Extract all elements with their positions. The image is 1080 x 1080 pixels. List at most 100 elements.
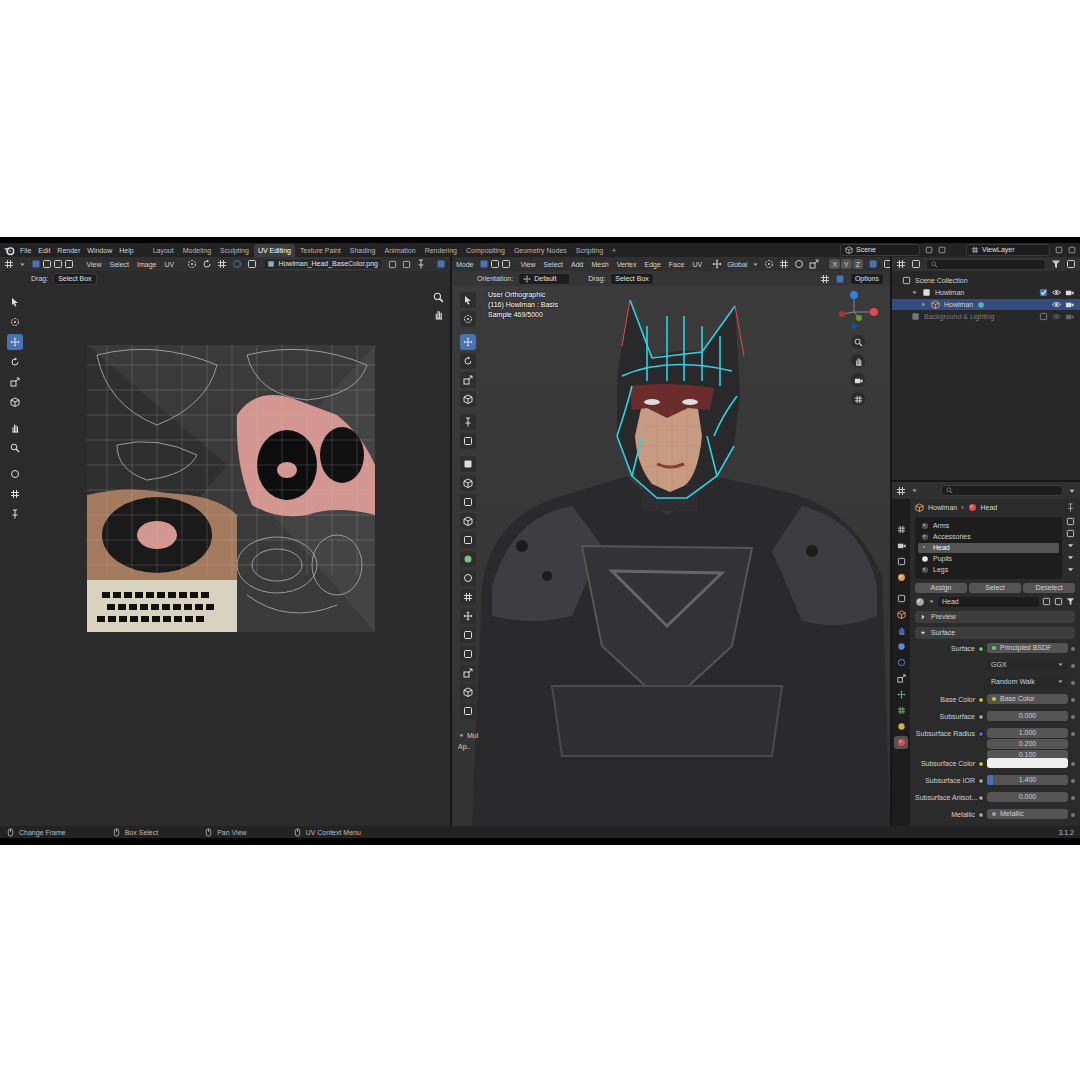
outliner-label[interactable]: Howlman <box>935 289 964 296</box>
socket-dot[interactable] <box>978 646 984 652</box>
outliner-row[interactable]: Howlman <box>892 287 1080 298</box>
workspace-tab[interactable]: Scripting <box>572 244 607 257</box>
drag-select[interactable]: Select Box <box>610 273 653 285</box>
checkbox-icon[interactable] <box>1039 312 1048 321</box>
field-value[interactable]: 1.000 <box>1019 729 1037 736</box>
tool-button[interactable] <box>460 372 476 388</box>
field-value[interactable]: 0.100 <box>1019 751 1037 758</box>
linked-node-field[interactable]: Principled BSDF <box>987 643 1068 653</box>
properties-tab[interactable] <box>894 539 908 552</box>
slot-button[interactable]: Select <box>969 583 1021 593</box>
properties-tab[interactable] <box>894 608 908 621</box>
menu-item[interactable]: Help <box>119 247 133 254</box>
field-value[interactable]: 1.400 <box>1019 776 1037 783</box>
workspace-label[interactable]: Modeling <box>183 247 211 254</box>
workspace-tab[interactable]: Animation <box>381 244 420 257</box>
menu-item[interactable]: Image <box>137 261 156 268</box>
number-field[interactable]: 0.000 <box>987 711 1068 721</box>
workspace-label[interactable]: UV Editing <box>258 247 291 254</box>
outliner-search[interactable] <box>926 259 1046 270</box>
workspace-tab[interactable]: Geometry Nodes <box>510 244 571 257</box>
material-slot[interactable]: Arms <box>918 521 1059 531</box>
keyframe-dot[interactable] <box>1071 647 1075 651</box>
linked-node-field[interactable]: Base Color <box>987 694 1068 704</box>
keyframe-dot[interactable] <box>1071 664 1075 668</box>
properties-search[interactable] <box>941 485 1063 496</box>
properties-tab[interactable] <box>894 736 908 749</box>
axis-toggle[interactable]: X <box>829 259 840 269</box>
properties-tab[interactable] <box>894 688 908 701</box>
viewport-canvas[interactable]: MulAp..User Orthographic(116) Howlman : … <box>452 286 890 826</box>
axis-label[interactable]: X <box>832 261 837 268</box>
workspace-label[interactable]: Shading <box>350 247 376 254</box>
panel-header[interactable]: Surface <box>915 627 1075 639</box>
field-value[interactable]: Principled BSDF <box>1000 644 1051 652</box>
vector-field[interactable]: 1.000 <box>987 728 1068 738</box>
keyframe-dot[interactable] <box>1071 698 1075 702</box>
socket-dot[interactable] <box>978 812 984 818</box>
drag-select-label[interactable]: Select Box <box>615 275 648 282</box>
tool-button[interactable] <box>7 314 23 330</box>
socket-dot[interactable] <box>978 778 984 784</box>
nav-button[interactable] <box>851 373 865 387</box>
options-dropdown[interactable]: Options <box>850 273 884 285</box>
tool-button[interactable] <box>460 292 476 308</box>
view-layer-field-label[interactable]: ViewLayer <box>982 246 1015 254</box>
outliner-label[interactable]: Scene Collection <box>915 277 968 284</box>
properties-tab[interactable] <box>894 571 908 584</box>
workspace-label[interactable]: Scripting <box>576 247 603 254</box>
keyframe-dot[interactable] <box>1071 813 1075 817</box>
number-field[interactable]: 0.000 <box>987 792 1068 802</box>
slot-label[interactable]: Arms <box>933 522 949 529</box>
material-slot[interactable]: Accessories <box>918 532 1059 542</box>
workspace-label[interactable]: Sculpting <box>220 247 249 254</box>
menu-item[interactable]: Edit <box>38 247 50 254</box>
slot-button[interactable]: Assign <box>915 583 967 593</box>
tool-button[interactable] <box>460 433 476 449</box>
field-value[interactable]: 0.000 <box>1019 793 1037 800</box>
outliner-row[interactable]: Howlman <box>892 299 1080 310</box>
transform-orientation[interactable]: Global <box>727 261 747 268</box>
menu-item[interactable]: Add <box>571 261 583 268</box>
field-value[interactable]: Metallic <box>1000 810 1024 818</box>
outliner-row[interactable]: Scene Collection <box>892 275 1080 286</box>
workspace-label[interactable]: Rendering <box>425 247 457 254</box>
workspace-tab[interactable]: Compositing <box>462 244 509 257</box>
checked-checkbox-icon[interactable] <box>1039 288 1048 297</box>
tool-button[interactable] <box>460 589 476 605</box>
orientation-dropdown-label[interactable]: Default <box>534 275 556 283</box>
workspace-label[interactable]: Geometry Nodes <box>514 247 567 254</box>
socket-dot[interactable] <box>978 795 984 801</box>
axis-toggle[interactable]: Y <box>841 259 852 269</box>
axis-label[interactable]: Y <box>844 261 849 268</box>
panel-title[interactable]: Preview <box>931 613 956 620</box>
tool-button[interactable] <box>7 466 23 482</box>
tool-button[interactable] <box>460 570 476 586</box>
properties-tab[interactable] <box>894 672 908 685</box>
socket-dot[interactable] <box>978 714 984 720</box>
outliner-row[interactable]: Background & Lighting <box>892 311 1080 322</box>
field-value[interactable]: Random Walk <box>991 678 1035 686</box>
workspace-tab[interactable]: Texture Paint <box>296 244 345 257</box>
workspace-label[interactable]: Animation <box>385 247 416 254</box>
orientation-dropdown[interactable]: Default <box>518 273 570 285</box>
keyframe-dot[interactable] <box>1071 681 1075 685</box>
tool-button[interactable] <box>460 627 476 643</box>
slider-field[interactable]: 1.400 <box>987 775 1068 785</box>
workspace-tab[interactable]: UV Editing <box>254 244 295 257</box>
menu-item[interactable]: View <box>87 261 102 268</box>
material-slot[interactable]: Pupils <box>918 554 1059 564</box>
properties-tab[interactable] <box>894 555 908 568</box>
tool-button[interactable] <box>460 391 476 407</box>
properties-tab[interactable] <box>894 704 908 717</box>
axis-toggle[interactable]: Z <box>853 259 863 269</box>
tool-button[interactable] <box>460 646 476 662</box>
field-value[interactable]: 0.200 <box>1019 740 1037 747</box>
panel-title[interactable]: Surface <box>931 629 955 636</box>
tool-button[interactable] <box>460 334 476 350</box>
image-field[interactable]: Howlman_Head_BaseColor.png <box>262 258 383 270</box>
menu-item[interactable]: Face <box>669 261 685 268</box>
menu-item[interactable]: Select <box>544 261 563 268</box>
tool-button[interactable] <box>460 532 476 548</box>
drag-select-label[interactable]: Select Box <box>58 275 91 282</box>
